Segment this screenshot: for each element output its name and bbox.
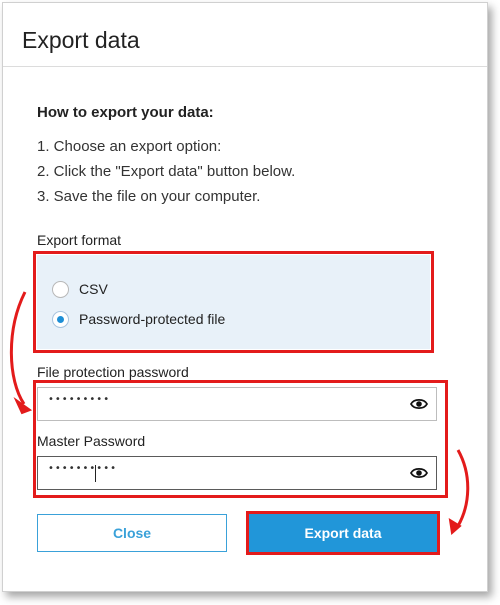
radio-label-csv: CSV [79,281,108,297]
master-password-label: Master Password [37,433,146,449]
dialog-title: Export data [22,27,140,53]
file-protection-password-field[interactable]: ••••••••• [37,387,437,421]
instruction-step: 3. Save the file on your computer. [37,188,261,205]
eye-icon[interactable] [409,397,429,411]
instruction-step: 1. Choose an export option: [37,138,222,155]
file-protection-password-value: ••••••••• [48,394,111,405]
radio-label-password-protected: Password-protected file [79,311,226,327]
text-caret [95,465,96,482]
eye-icon[interactable] [409,466,429,480]
radio-option-csv[interactable]: CSV [52,279,108,299]
radio-button-csv[interactable] [52,280,69,298]
instructions-heading: How to export your data: [37,104,214,121]
instruction-step: 2. Click the "Export data" button below. [37,163,296,180]
export-format-panel: CSV Password-protected file [37,255,430,349]
master-password-field[interactable]: •••••••••• [37,456,437,490]
master-password-value: •••••••••• [48,463,117,474]
radio-option-password-protected[interactable]: Password-protected file [52,309,225,329]
file-protection-password-label: File protection password [37,364,189,380]
radio-button-password-protected[interactable] [52,310,69,328]
instructions-steps: 1. Choose an export option: 2. Click the… [37,137,295,212]
export-data-button[interactable]: Export data [248,514,438,552]
export-format-label: Export format [37,232,122,248]
close-button[interactable]: Close [37,514,227,552]
dialog-header: Export data [3,3,487,67]
